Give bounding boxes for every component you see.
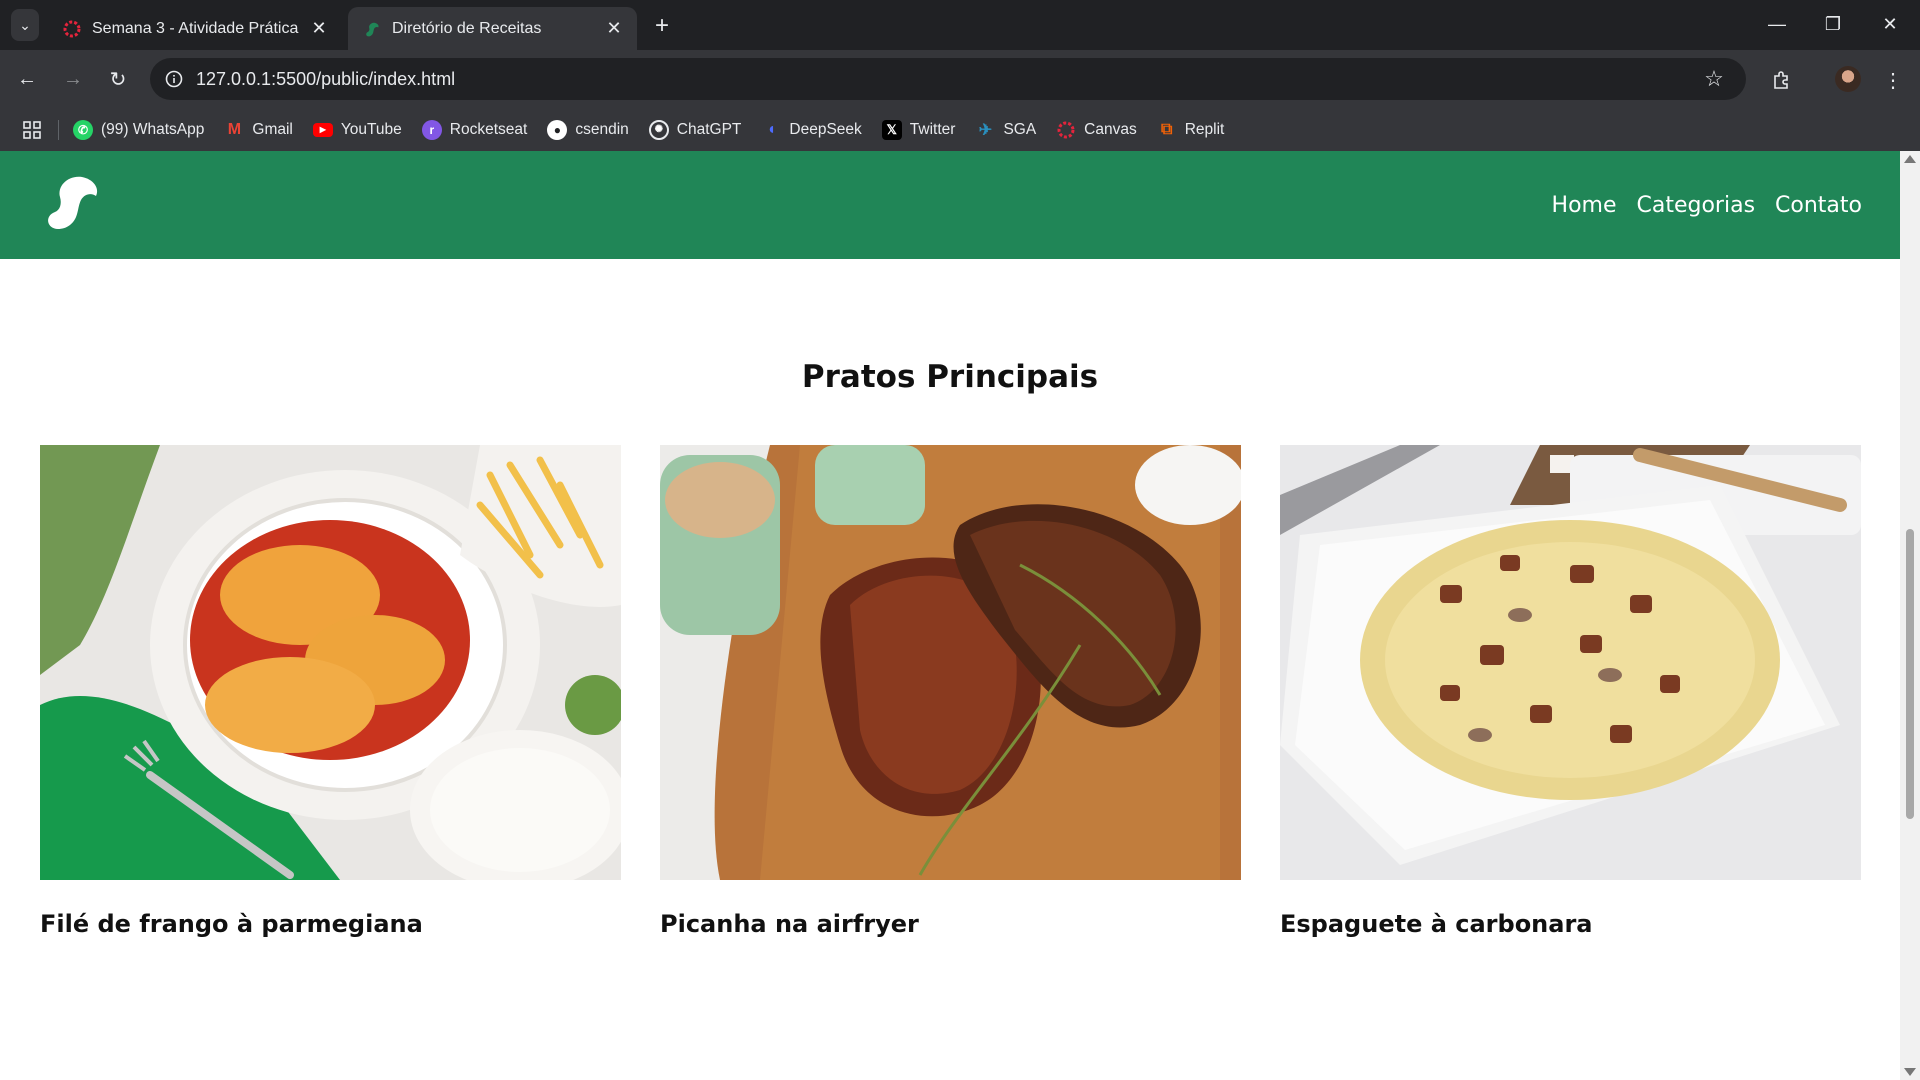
back-button[interactable]: ← — [12, 64, 42, 94]
close-window-button[interactable]: ✕ — [1870, 8, 1910, 40]
bookmarks-bar: ✆ (99) WhatsApp M Gmail ▶ YouTube r Rock… — [0, 108, 1920, 151]
canvas-icon — [62, 19, 82, 39]
sga-icon: ✈ — [978, 121, 993, 139]
tab-semana3[interactable]: Semana 3 - Atividade Prática ✕ — [48, 7, 342, 50]
site-logo-icon — [362, 19, 382, 39]
bookmark-rocketseat[interactable]: r Rocketseat — [421, 119, 527, 140]
recipe-name[interactable]: Picanha na airfryer — [660, 910, 1241, 938]
tab-title: Diretório de Receitas — [392, 19, 542, 37]
rocketseat-icon: r — [421, 119, 442, 140]
bookmark-chatgpt[interactable]: ✺ ChatGPT — [648, 119, 741, 140]
bookmark-canvas[interactable]: Canvas — [1056, 120, 1137, 140]
bookmark-deepseek[interactable]: ◖ DeepSeek — [761, 120, 862, 140]
spaghetti-carbonara-photo[interactable] — [1280, 445, 1861, 880]
canvas-icon — [1056, 120, 1076, 140]
reload-button[interactable]: ↻ — [103, 64, 133, 94]
deepseek-icon: ◖ — [766, 120, 777, 138]
extensions-icon[interactable] — [1766, 64, 1798, 96]
chevron-down-icon: ⌄ — [19, 16, 31, 33]
recipe-card[interactable]: Picanha na airfryer — [660, 445, 1241, 938]
page-viewport: Home Categorias Contato Pratos Principai… — [0, 151, 1920, 1080]
recipe-name[interactable]: Filé de frango à parmegiana — [40, 910, 621, 938]
apps-grid-icon[interactable] — [18, 116, 46, 144]
nav-home-link[interactable]: Home — [1552, 193, 1617, 218]
site-logo-icon[interactable] — [38, 169, 102, 233]
replit-icon: ⧉ — [1161, 120, 1173, 138]
new-tab-button[interactable]: + — [648, 12, 676, 40]
recipe-card[interactable]: Espaguete à carbonara — [1280, 445, 1861, 938]
address-bar[interactable]: 127.0.0.1:5500/public/index.html ☆ — [150, 58, 1746, 100]
nav-categorias-link[interactable]: Categorias — [1637, 193, 1756, 218]
close-icon[interactable]: ✕ — [308, 18, 330, 40]
chatgpt-icon: ✺ — [648, 119, 669, 140]
menu-icon[interactable]: ⋮ — [1877, 64, 1909, 96]
bookmark-star-icon[interactable]: ☆ — [1694, 58, 1734, 100]
bookmark-youtube[interactable]: ▶ YouTube — [312, 121, 402, 139]
close-icon[interactable]: ✕ — [603, 18, 625, 40]
bookmark-gmail[interactable]: M Gmail — [224, 120, 293, 140]
section-title: Pratos Principais — [801, 359, 1099, 395]
bookmark-replit[interactable]: ⧉ Replit — [1157, 120, 1224, 140]
bookmark-whatsapp[interactable]: ✆ (99) WhatsApp — [73, 119, 204, 140]
recipe-card[interactable]: Filé de frango à parmegiana — [40, 445, 621, 938]
gmail-icon: M — [227, 120, 242, 138]
scroll-down-icon[interactable] — [1904, 1068, 1916, 1076]
page-scrollbar[interactable] — [1900, 151, 1920, 1080]
x-icon: 𝕏 — [881, 119, 902, 140]
url-text: 127.0.0.1:5500/public/index.html — [196, 68, 456, 89]
github-icon: ● — [547, 119, 568, 140]
bookmark-github[interactable]: ● csendin — [547, 119, 629, 140]
restore-button[interactable]: ❐ — [1813, 8, 1853, 40]
browser-toolbar: ← → ↻ 127.0.0.1:5500/public/index.html ☆… — [0, 50, 1920, 108]
bookmark-sga[interactable]: ✈ SGA — [975, 120, 1036, 140]
youtube-icon: ▶ — [312, 122, 333, 137]
forward-button[interactable]: → — [58, 64, 88, 94]
main-nav: Home Categorias Contato — [1532, 151, 1862, 259]
minimize-button[interactable]: — — [1757, 8, 1797, 40]
tab-search-button[interactable]: ⌄ — [11, 9, 39, 41]
recipe-name[interactable]: Espaguete à carbonara — [1280, 910, 1861, 938]
scroll-up-icon[interactable] — [1904, 155, 1916, 163]
tab-title: Semana 3 - Atividade Prática — [92, 19, 299, 37]
profile-avatar[interactable] — [1835, 66, 1861, 92]
bookmark-twitter[interactable]: 𝕏 Twitter — [881, 119, 955, 140]
tab-diretorio[interactable]: Diretório de Receitas ✕ — [348, 7, 637, 50]
tab-strip: ⌄ Semana 3 - Atividade Prática ✕ Diretór… — [0, 0, 1920, 50]
site-info-icon[interactable] — [154, 58, 194, 100]
bookmarks-separator — [58, 119, 59, 140]
whatsapp-icon: ✆ — [73, 119, 93, 140]
nav-contato-link[interactable]: Contato — [1775, 193, 1862, 218]
picanha-steak-photo[interactable] — [660, 445, 1241, 880]
site-header: Home Categorias Contato — [0, 151, 1900, 259]
scrollbar-thumb[interactable] — [1906, 529, 1914, 819]
chicken-parmigiana-photo[interactable] — [40, 445, 621, 880]
